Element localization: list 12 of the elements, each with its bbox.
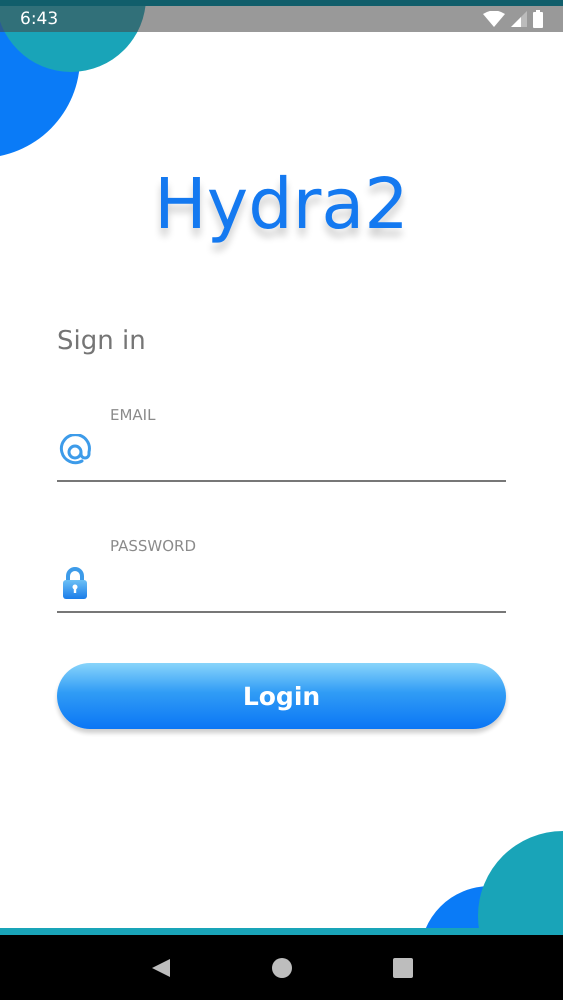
sign-in-heading: Sign in xyxy=(57,326,147,356)
home-icon[interactable] xyxy=(271,956,294,978)
back-icon[interactable] xyxy=(150,956,172,978)
battery-icon xyxy=(533,10,543,28)
wifi-icon xyxy=(483,11,505,27)
login-button[interactable]: Login xyxy=(57,663,506,729)
field-label: PASSWORD xyxy=(110,537,198,555)
app-logo: Hydra2 xyxy=(154,162,409,246)
status-time: 6:43 xyxy=(20,9,58,29)
field-label: EMAIL xyxy=(110,406,156,424)
recents-icon[interactable] xyxy=(393,958,414,978)
signal-icon xyxy=(511,11,527,27)
